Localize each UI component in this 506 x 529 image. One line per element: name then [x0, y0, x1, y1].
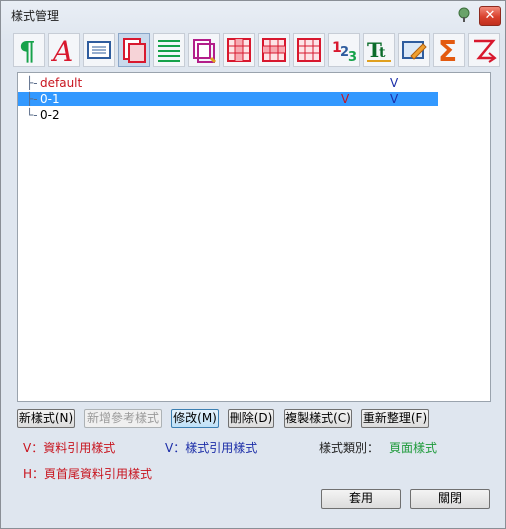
svg-text:Σ: Σ: [438, 36, 457, 64]
copy-style-button[interactable]: 複製樣式(C): [284, 409, 352, 428]
svg-text:3: 3: [348, 50, 357, 64]
font-icon[interactable]: A: [48, 33, 80, 67]
data-ref-flag: V: [341, 92, 350, 106]
delete-button[interactable]: 刪除(D): [228, 409, 274, 428]
textbox-icon[interactable]: [83, 33, 115, 67]
text-case-icon[interactable]: Tt: [363, 33, 395, 67]
tree-item-label: 0-2: [40, 108, 60, 122]
legend-data-ref: V：資料引用樣式: [23, 441, 116, 455]
table-col-icon[interactable]: [223, 33, 255, 67]
style-ref-flag: V: [390, 76, 399, 90]
new-style-button[interactable]: 新樣式(N): [17, 409, 75, 428]
paragraph-icon[interactable]: ¶: [13, 33, 45, 67]
table-grid-icon[interactable]: [258, 33, 290, 67]
title-bar: 樣式管理 ✕: [1, 1, 505, 29]
svg-text:¶: ¶: [19, 37, 36, 64]
window-title: 樣式管理: [11, 9, 60, 23]
tree-connector: ├-: [26, 92, 38, 106]
table-row-icon[interactable]: [293, 33, 325, 67]
close-button[interactable]: 關閉: [410, 489, 490, 509]
tree-connector: ├-: [26, 76, 38, 90]
legend-style-ref: V：樣式引用樣式: [165, 441, 258, 455]
tree-item-label: default: [40, 76, 83, 90]
pin-icon[interactable]: [456, 7, 472, 23]
style-tree[interactable]: ├- default V ├- 0-1 V V └- 0-2: [17, 72, 491, 402]
page-icon[interactable]: [118, 33, 150, 67]
modify-button[interactable]: 修改(M): [171, 409, 219, 428]
sum-icon[interactable]: Σ: [433, 33, 465, 67]
tree-item-label: 0-1: [40, 92, 60, 106]
merge-icon[interactable]: [468, 33, 500, 67]
svg-text:A: A: [51, 36, 73, 64]
close-icon[interactable]: ✕: [479, 6, 501, 26]
style-ref-flag: V: [390, 92, 399, 106]
legend-header-footer-ref: H：頁首尾資料引用樣式: [23, 467, 153, 481]
tree-connector: └-: [26, 108, 38, 122]
style-manager-window: 樣式管理 ✕ ¶ A 1 2 3 T t Σ ├- default V ├- 0…: [0, 0, 506, 529]
tree-item-default[interactable]: ├- default V: [18, 76, 438, 90]
frame-icon[interactable]: [188, 33, 220, 67]
apply-button[interactable]: 套用: [321, 489, 401, 509]
toolbar: ¶ A 123 Tt Σ: [13, 33, 500, 69]
svg-text:t: t: [379, 45, 386, 61]
tree-item-0-1[interactable]: ├- 0-1 V V: [18, 92, 438, 106]
tree-item-0-2[interactable]: └- 0-2: [18, 108, 438, 122]
new-reference-style-button[interactable]: 新增參考樣式: [84, 409, 162, 428]
numbering-icon[interactable]: 123: [328, 33, 360, 67]
style-category-label: 樣式類別：: [319, 441, 380, 455]
edit-icon[interactable]: [398, 33, 430, 67]
reorganize-button[interactable]: 重新整理(F): [361, 409, 429, 428]
lines-icon[interactable]: [153, 33, 185, 67]
style-category-value: 頁面樣式: [389, 441, 438, 455]
